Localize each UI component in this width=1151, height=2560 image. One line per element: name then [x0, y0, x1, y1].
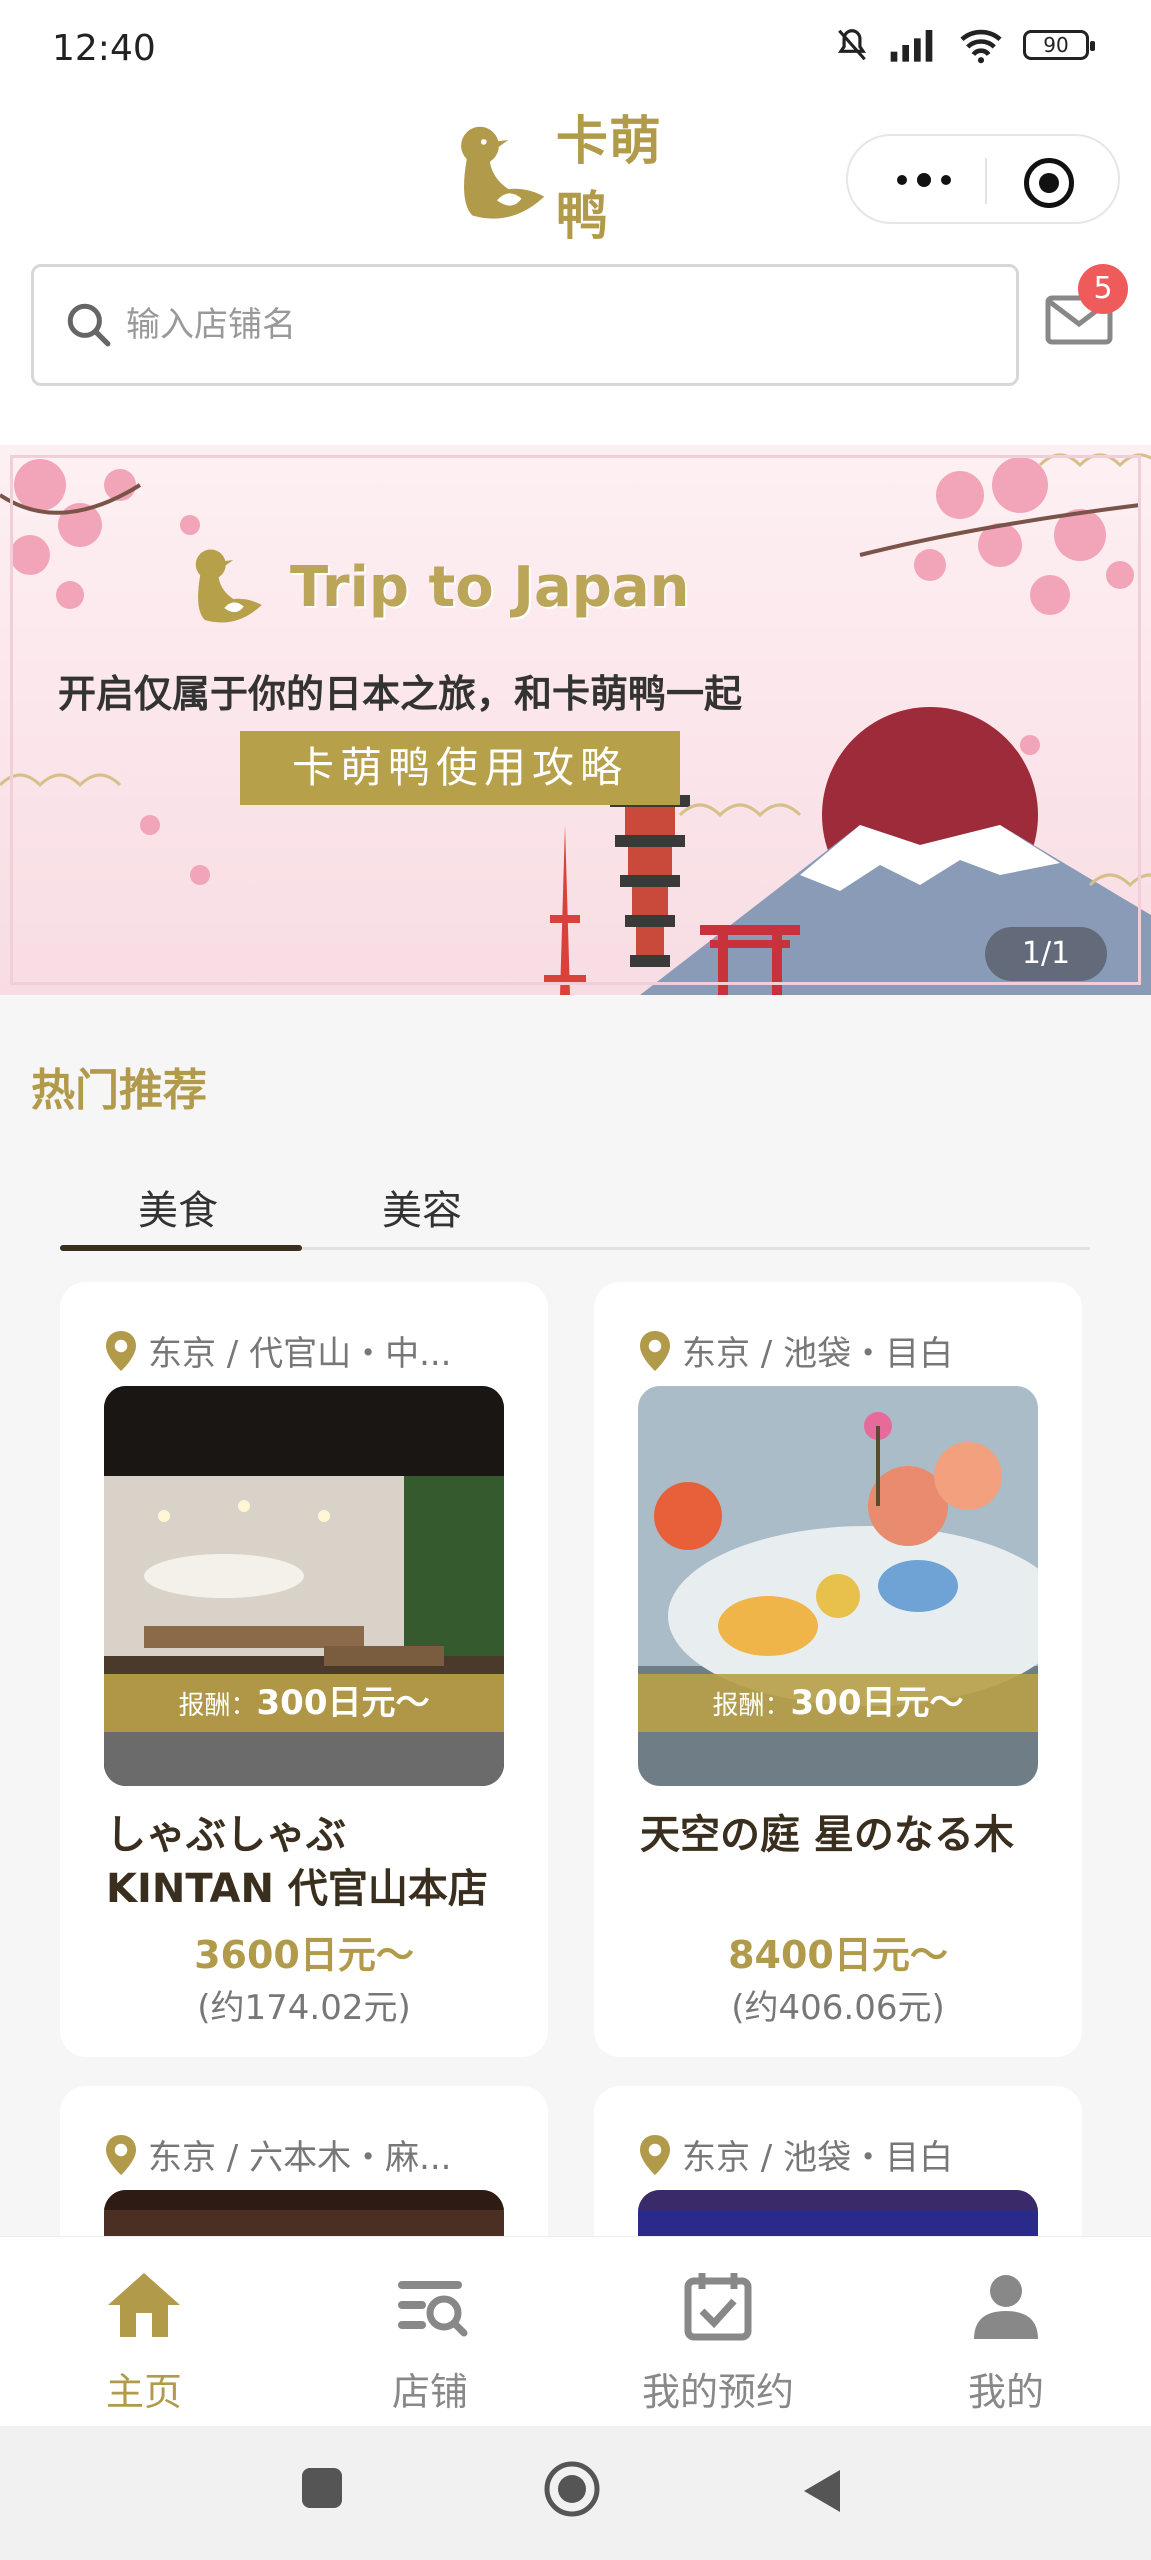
- miniapp-capsule: [846, 134, 1120, 224]
- location-pin-icon: [106, 2134, 136, 2175]
- nav-reservations-label: 我的预约: [641, 2370, 794, 2414]
- system-navigation-bar: [0, 2426, 1151, 2560]
- banner-title: Trip to Japan: [290, 554, 690, 620]
- store-photo: 报酬：300日元〜: [638, 1386, 1038, 1786]
- store-card[interactable]: 东京 / 池袋・目白 报酬：300日元〜 天空の庭 星のなる木 8400日元〜 …: [594, 1282, 1082, 2057]
- store-location: 东京 / 六本木・麻...: [106, 2130, 452, 2179]
- store-location-text: 东京 / 代官山・中...: [148, 1334, 452, 1374]
- reward-label: 报酬：: [178, 1691, 257, 1721]
- store-price: 8400日元〜: [728, 1933, 948, 1977]
- store-location-text: 东京 / 六本木・麻...: [148, 2138, 452, 2178]
- user-icon: [974, 2275, 1038, 2339]
- tab-food[interactable]: 美食: [138, 1178, 218, 1236]
- reward-banner: 报酬：300日元〜: [638, 1674, 1038, 1732]
- nav-home-label: 主页: [105, 2370, 182, 2414]
- nav-reservations[interactable]: 我的预约: [618, 2265, 818, 2416]
- store-photo: 报酬：300日元〜: [104, 1386, 504, 1786]
- message-count-badge: 5: [1078, 264, 1128, 314]
- reward-label: 报酬：: [712, 1691, 791, 1721]
- store-card[interactable]: 东京 / 代官山・中... 报酬：300日元〜 しゃぶしゃぶ KINTAN 代官…: [60, 1282, 548, 2057]
- mute-icon: [837, 29, 867, 61]
- banner-page-counter: 1/1: [985, 927, 1107, 981]
- location-pin-icon: [106, 1330, 136, 1371]
- app-screen: 12:40 90 卡萌鸭 输入店铺名 5 Trip to Japan 开启仅属于…: [0, 0, 1151, 2560]
- search-box[interactable]: [31, 264, 1019, 386]
- wifi-icon: [960, 29, 1002, 64]
- store-location-text: 东京 / 池袋・目白: [682, 2138, 954, 2178]
- banner-illustration: [0, 453, 1151, 995]
- store-location: 东京 / 池袋・目白: [640, 1326, 953, 1375]
- store-price-cny: (约174.02元): [197, 1988, 411, 2028]
- messages-button[interactable]: 5: [1044, 264, 1128, 348]
- usage-guide-button[interactable]: 卡萌鸭使用攻略: [240, 731, 680, 805]
- location-pin-icon: [640, 1330, 670, 1371]
- calendar-check-icon: [684, 2273, 752, 2341]
- promo-banner[interactable]: Trip to Japan 开启仅属于你的日本之旅，和卡萌鸭一起 卡萌鸭使用攻略…: [0, 445, 1151, 995]
- nav-profile[interactable]: 我的: [906, 2265, 1106, 2416]
- duck-logo-icon: [195, 549, 262, 623]
- banner-title-row: Trip to Japan: [180, 545, 690, 629]
- close-miniapp-button[interactable]: [1024, 158, 1074, 208]
- reward-value: 300日元〜: [790, 1683, 964, 1723]
- back-button[interactable]: [800, 2466, 844, 2516]
- store-price-cny: (约406.06元): [731, 1988, 945, 2028]
- tab-beauty[interactable]: 美容: [382, 1178, 462, 1236]
- home-button[interactable]: [543, 2460, 601, 2518]
- store-name: しゃぶしゃぶ KINTAN 代官山本店: [106, 1812, 488, 1912]
- store-price: 3600日元〜: [194, 1933, 414, 1977]
- nav-home[interactable]: 主页: [44, 2265, 244, 2416]
- nav-stores[interactable]: 店铺: [330, 2265, 530, 2416]
- more-menu-button[interactable]: [884, 162, 964, 198]
- store-name: 天空の庭 星のなる木: [640, 1812, 1014, 1858]
- nav-profile-label: 我的: [967, 2370, 1044, 2414]
- brand-logo: 卡萌鸭: [446, 112, 706, 247]
- store-location: 东京 / 代官山・中...: [106, 1326, 452, 1375]
- reward-value: 300日元〜: [256, 1683, 430, 1723]
- signal-icon: [890, 30, 933, 62]
- nav-stores-label: 店铺: [391, 2370, 468, 2414]
- brand-name: 卡萌鸭: [555, 112, 662, 247]
- status-bar: 12:40 90: [0, 0, 1151, 100]
- category-tabs: 美食 美容: [60, 1170, 1090, 1251]
- status-icons: 90: [833, 26, 1095, 64]
- banner-subtitle: 开启仅属于你的日本之旅，和卡萌鸭一起: [58, 672, 743, 716]
- recent-apps-button[interactable]: [300, 2466, 344, 2510]
- search-icon: [67, 303, 111, 347]
- section-title: 热门推荐: [31, 1065, 207, 1116]
- location-pin-icon: [640, 2134, 670, 2175]
- bottom-tab-bar: 主页 店铺 我的预约 我的: [0, 2236, 1151, 2426]
- battery-indicator: 90: [1023, 30, 1095, 60]
- status-time: 12:40: [52, 28, 156, 69]
- header-area: 12:40 90 卡萌鸭 输入店铺名 5: [0, 0, 1151, 445]
- home-icon: [108, 2273, 180, 2337]
- store-search-icon: [398, 2281, 468, 2337]
- capsule-divider: [985, 158, 987, 204]
- store-location-text: 东京 / 池袋・目白: [682, 1334, 954, 1374]
- search-input[interactable]: [126, 305, 886, 345]
- store-location: 东京 / 池袋・目白: [640, 2130, 953, 2179]
- active-tab-indicator: [60, 1245, 302, 1251]
- duck-logo-icon: [461, 126, 545, 219]
- reward-banner: 报酬：300日元〜: [104, 1674, 504, 1732]
